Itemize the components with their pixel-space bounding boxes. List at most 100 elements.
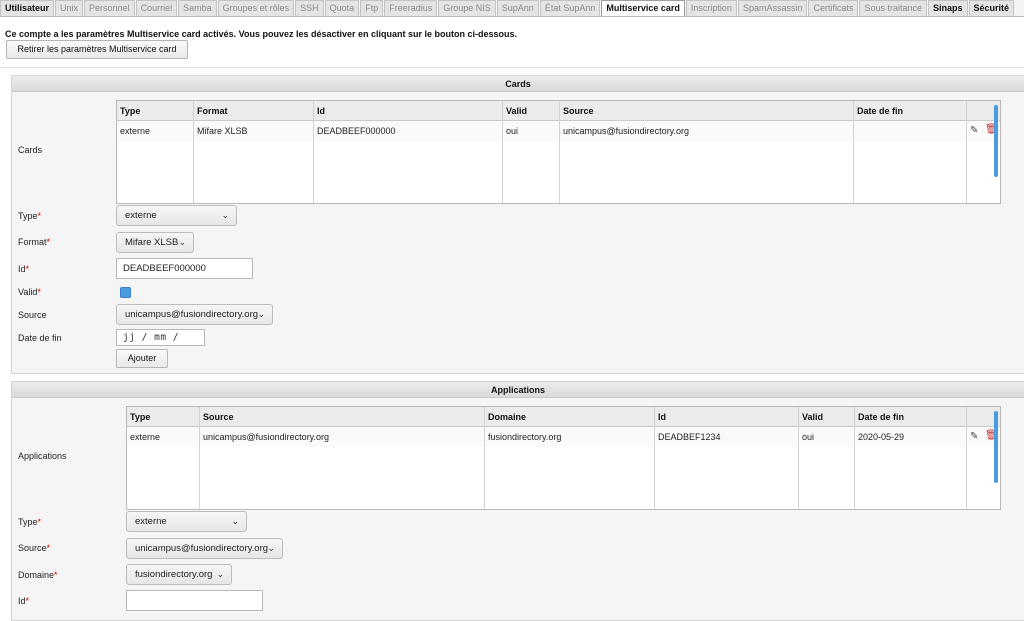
cards-table: Type Format Id Valid Source Date de fin … [116, 100, 1001, 204]
cell-domaine: fusiondirectory.org [488, 432, 562, 442]
tab-label: Multiservice card [606, 3, 680, 13]
tab-sinaps[interactable]: Sinaps [928, 0, 968, 16]
tab-inscription[interactable]: Inscription [685, 0, 737, 16]
tab-label: Personnel [89, 3, 130, 13]
id-input[interactable] [126, 590, 263, 611]
chevron-down-icon: ⌄ [221, 210, 229, 220]
tab-etat-supann[interactable]: État SupAnn [539, 0, 601, 16]
format-select[interactable]: Mifare XLSB ⌄ [116, 232, 194, 253]
col-header-type[interactable]: Type [127, 407, 150, 427]
date-fin-input[interactable]: jj / mm / aaaa [116, 329, 205, 358]
col-header-source[interactable]: Source [200, 407, 234, 427]
applications-table: Type Source Domaine Id Valid Date de fin… [126, 406, 1001, 510]
chevron-down-icon: ⌄ [216, 569, 224, 579]
tab-ftp[interactable]: Ftp [360, 0, 384, 16]
tab-label: Courriel [140, 3, 173, 13]
divider [0, 67, 1024, 68]
column-divider [966, 101, 967, 203]
tab-unix[interactable]: Unix [55, 0, 84, 16]
pencil-icon[interactable]: ✎ [970, 431, 978, 442]
tab-label: Inscription [690, 3, 732, 13]
tab-utilisateur[interactable]: Utilisateur [0, 0, 55, 16]
cell-source: unicampus@fusiondirectory.org [563, 126, 690, 136]
cell-id: DEADBEF1234 [658, 432, 721, 442]
valid-label: Valid* [18, 287, 41, 297]
tab-label: Sécurité [973, 3, 1010, 13]
source-label: Source [18, 310, 47, 320]
tab-supann[interactable]: SupAnn [496, 0, 539, 16]
date-fin-label: Date de fin [18, 333, 62, 343]
add-button[interactable]: Ajouter [116, 349, 168, 368]
tab-label: Certificats [813, 3, 854, 13]
tab-personnel[interactable]: Personnel [84, 0, 135, 16]
tab-courriel[interactable]: Courriel [135, 0, 178, 16]
tab-quota[interactable]: Quota [324, 0, 360, 16]
tab-label: SupAnn [501, 3, 534, 13]
tab-spamassassin[interactable]: SpamAssassin [737, 0, 808, 16]
applications-panel-header: Applications [12, 382, 1024, 398]
cards-side-label: Cards [18, 145, 43, 155]
tab-label: SSH [300, 3, 319, 13]
pencil-icon[interactable]: ✎ [970, 125, 978, 136]
chevron-down-icon: ⌄ [257, 309, 265, 319]
chevron-down-icon: ⌄ [231, 516, 239, 526]
format-label: Format* [18, 237, 51, 247]
valid-checkbox[interactable] [120, 287, 131, 298]
tab-samba[interactable]: Samba [178, 0, 217, 16]
tab-label: Ftp [365, 3, 379, 13]
tab-label: Sous traitance [864, 3, 923, 13]
source-label: Source* [18, 543, 51, 553]
tab-bar: Utilisateur Unix Personnel Courriel Samb… [0, 0, 1024, 17]
tab-groupe-nis[interactable]: Groupe NIS [438, 0, 496, 16]
tab-label: État SupAnn [544, 3, 596, 13]
tab-label: Freeradius [389, 3, 433, 13]
col-header-id[interactable]: Id [655, 407, 666, 427]
tab-certificats[interactable]: Certificats [808, 0, 859, 16]
col-header-valid[interactable]: Valid [503, 101, 527, 121]
cell-type: externe [120, 126, 151, 136]
tab-multiservice-card[interactable]: Multiservice card [601, 0, 685, 16]
tab-label: Samba [183, 3, 212, 13]
applications-side-label: Applications [18, 451, 67, 461]
column-divider [966, 407, 967, 509]
domaine-select[interactable]: fusiondirectory.org ⌄ [126, 564, 232, 585]
col-header-date-fin[interactable]: Date de fin [855, 407, 904, 427]
tab-sous-traitance[interactable]: Sous traitance [859, 0, 928, 16]
tab-freeradius[interactable]: Freeradius [384, 0, 438, 16]
cell-type: externe [130, 432, 161, 442]
tab-ssh[interactable]: SSH [295, 0, 324, 16]
type-label: Type* [18, 211, 42, 221]
tab-label: Quota [329, 3, 355, 13]
tab-securite[interactable]: Sécurité [968, 0, 1015, 16]
tab-label: Unix [60, 3, 79, 13]
type-select[interactable]: externe ⌄ [116, 205, 237, 226]
id-input[interactable]: DEADBEEF000000 [116, 258, 253, 279]
activation-notice: Ce compte a les paramètres Multiservice … [5, 29, 518, 39]
tab-label: Utilisateur [5, 3, 50, 13]
id-label: Id* [18, 596, 30, 606]
cell-date-fin: 2020-05-29 [858, 432, 905, 442]
tab-groupes-roles[interactable]: Groupes et rôles [217, 0, 295, 16]
type-label: Type* [18, 517, 42, 527]
col-header-type[interactable]: Type [117, 101, 140, 121]
cell-date-fin [854, 122, 857, 140]
col-header-domaine[interactable]: Domaine [485, 407, 526, 427]
domaine-label: Domaine* [18, 570, 58, 580]
tab-label: Sinaps [933, 3, 963, 13]
col-header-source[interactable]: Source [560, 101, 594, 121]
col-header-date-fin[interactable]: Date de fin [854, 101, 903, 121]
id-label: Id* [18, 264, 30, 274]
tab-label: Groupes et rôles [222, 3, 290, 13]
col-header-valid[interactable]: Valid [799, 407, 823, 427]
source-select[interactable]: unicampus@fusiondirectory.org ⌄ [116, 304, 273, 325]
source-select[interactable]: unicampus@fusiondirectory.org ⌄ [126, 538, 283, 559]
scrollbar[interactable] [994, 411, 998, 483]
type-select[interactable]: externe ⌄ [126, 511, 247, 532]
cell-id: DEADBEEF000000 [317, 126, 396, 136]
col-header-id[interactable]: Id [314, 101, 325, 121]
remove-multiservice-button[interactable]: Retirer les paramètres Multiservice card [6, 40, 188, 59]
col-header-format[interactable]: Format [194, 101, 228, 121]
cell-source: unicampus@fusiondirectory.org [203, 432, 330, 442]
scrollbar[interactable] [994, 105, 998, 177]
applications-panel: Applications Applications Type Source Do… [11, 381, 1024, 621]
